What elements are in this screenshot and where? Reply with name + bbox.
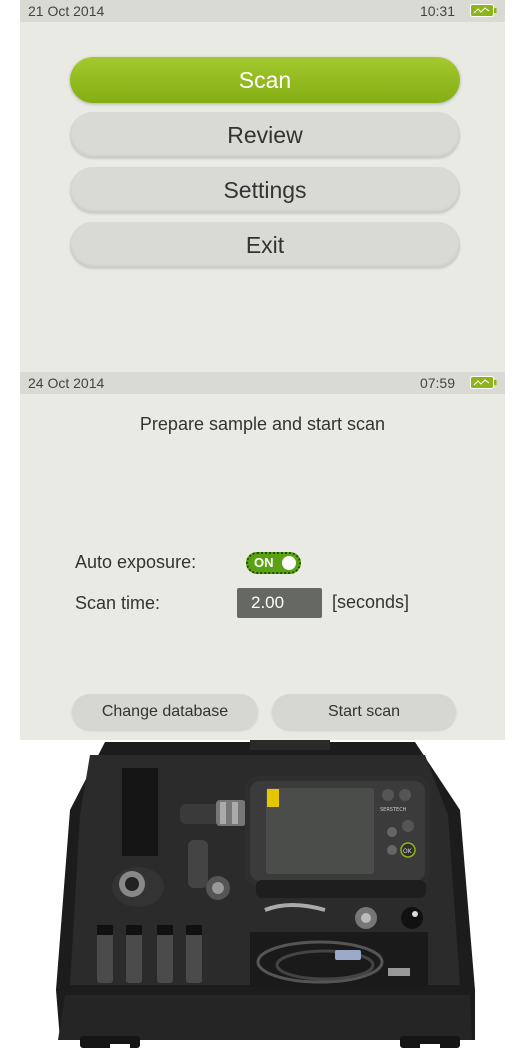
status-time: 07:59 <box>419 375 455 391</box>
status-bar: 21 Oct 2014 10:31 <box>20 0 505 22</box>
settings-button[interactable]: Settings <box>70 167 460 213</box>
angled-adapter <box>188 840 208 888</box>
scan-time-label: Scan time: <box>75 593 161 613</box>
scan-setup-screen: 24 Oct 2014 07:59 Prepare sample and sta… <box>20 372 505 740</box>
change-database-button[interactable]: Change database <box>72 694 258 730</box>
lens-accessory <box>180 804 222 824</box>
status-date: 24 Oct 2014 <box>28 375 105 391</box>
scan-button[interactable]: Scan <box>70 57 460 103</box>
auto-exposure-toggle[interactable]: ON <box>246 552 301 574</box>
status-bar: 24 Oct 2014 07:59 <box>20 372 505 394</box>
usb-stick <box>335 950 361 960</box>
down-arrow-icon <box>387 845 397 855</box>
right-arrow-icon <box>402 820 414 832</box>
scan-time-input[interactable]: 2.00 <box>237 588 322 618</box>
main-menu-screen: 21 Oct 2014 10:31 Scan Review Settings E… <box>20 0 505 372</box>
review-button[interactable]: Review <box>70 112 460 158</box>
scan-prompt: Prepare sample and start scan <box>139 414 386 434</box>
up-arrow-icon <box>387 827 397 837</box>
start-scan-button[interactable]: Start scan <box>272 694 456 730</box>
menu-icon <box>399 789 411 801</box>
toggle-knob <box>282 556 296 570</box>
foam-slot <box>122 768 158 856</box>
status-date: 21 Oct 2014 <box>28 3 105 19</box>
battery-icon <box>470 376 497 389</box>
status-time: 10:31 <box>419 3 455 19</box>
battery-icon <box>470 4 497 17</box>
auto-exposure-label: Auto exposure: <box>75 552 197 572</box>
raman-device: SERSTECH OK <box>245 776 430 898</box>
device-screen <box>266 788 374 874</box>
toggle-on-text: ON <box>254 555 274 570</box>
device-case-photo: SERSTECH OK <box>20 740 505 1055</box>
svg-text:OK: OK <box>403 848 413 855</box>
device-brand-text: SERSTECH <box>380 807 407 813</box>
power-icon <box>382 789 394 801</box>
exit-button[interactable]: Exit <box>70 222 460 268</box>
warning-label <box>267 789 279 807</box>
scan-time-unit: [seconds] <box>332 592 410 612</box>
